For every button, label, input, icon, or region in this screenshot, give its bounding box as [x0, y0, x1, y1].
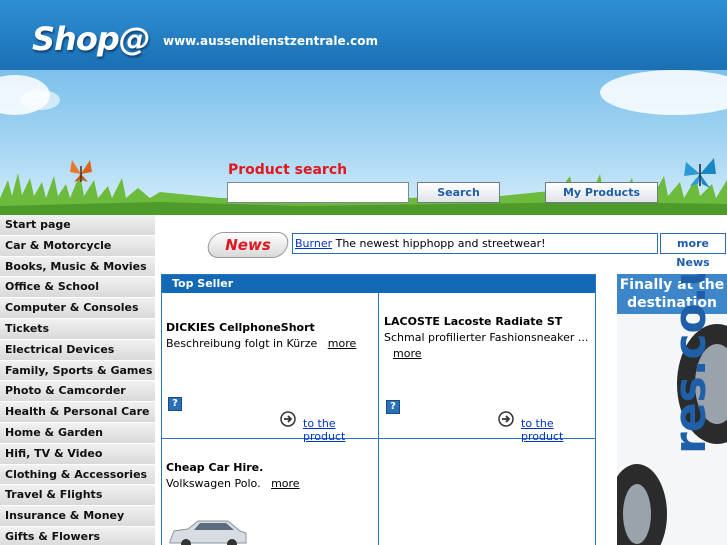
product-card: Cheap Car Hire. Volkswagen Polo. more: [162, 439, 379, 545]
top-seller-panel: Top Seller DICKIES CellphoneShort Beschr…: [161, 274, 596, 545]
sidebar-item[interactable]: Start page: [0, 215, 155, 236]
cloud: [600, 70, 727, 115]
search-button[interactable]: Search: [417, 182, 500, 203]
category-sidebar: Start page Car & Motorcycle Books, Music &…: [0, 215, 155, 545]
sidebar-item[interactable]: Family, Sports & Games: [0, 360, 155, 382]
product-description: Schmal profilierter Fashionsneaker ...: [384, 331, 589, 344]
arrow-right-icon[interactable]: [498, 411, 514, 427]
news-ticker: Burner The newest hipphopp and streetwea…: [292, 233, 658, 254]
sidebar-item[interactable]: Electrical Devices: [0, 339, 155, 361]
sidebar-item[interactable]: Computer & Consoles: [0, 298, 155, 319]
cloud: [20, 90, 60, 110]
sidebar-item[interactable]: Car & Motorcycle: [0, 235, 155, 257]
my-products-button[interactable]: My Products: [545, 182, 658, 203]
shop-logo[interactable]: Shop@: [32, 20, 151, 58]
news-link[interactable]: Burner: [295, 237, 332, 250]
product-card: LACOSTE Lacoste Radiate ST Schmal profil…: [379, 293, 596, 443]
more-link[interactable]: more: [271, 477, 300, 490]
sidebar-item[interactable]: Hifi, TV & Video: [0, 443, 155, 465]
more-link[interactable]: more: [393, 347, 422, 360]
sidebar-item[interactable]: Office & School: [0, 277, 155, 299]
help-icon[interactable]: ?: [386, 400, 400, 414]
butterfly-orange-icon: [70, 160, 92, 182]
product-description: Beschreibung folgt in Kürze more: [166, 337, 357, 350]
product-title[interactable]: Cheap Car Hire.: [166, 461, 263, 474]
news-badge: News: [205, 232, 291, 258]
sidebar-item[interactable]: Clothing & Accessories: [0, 464, 155, 486]
product-title[interactable]: LACOSTE Lacoste Radiate ST: [384, 315, 562, 328]
butterfly-blue-icon: [684, 158, 716, 188]
product-title[interactable]: DICKIES CellphoneShort: [166, 321, 315, 334]
ad-rotated-text: res.co.uk: [665, 274, 716, 454]
sidebar-item[interactable]: Tickets: [0, 318, 155, 340]
sidebar-item[interactable]: Travel & Flights: [0, 485, 155, 507]
product-description: Volkswagen Polo. more: [166, 477, 300, 490]
sidebar-item[interactable]: Insurance & Money: [0, 506, 155, 527]
advertisement-banner[interactable]: Finally at the destination res.co.uk: [617, 274, 727, 545]
more-link[interactable]: more: [328, 337, 357, 350]
search-input[interactable]: [227, 182, 409, 203]
product-search-title: Product search: [228, 162, 348, 178]
top-seller-header: Top Seller: [162, 275, 595, 293]
help-icon[interactable]: ?: [168, 397, 182, 411]
empty-product-card: [379, 439, 596, 545]
product-card: DICKIES CellphoneShort Beschreibung folg…: [162, 293, 379, 443]
sidebar-item[interactable]: Photo & Camcorder: [0, 381, 155, 403]
sidebar-item[interactable]: Books, Music & Movies: [0, 256, 155, 278]
more-news-link[interactable]: more News: [660, 233, 726, 269]
car-image[interactable]: [166, 517, 250, 545]
header-banner: Shop@ www.aussendienstzentrale.com Produ…: [0, 0, 727, 215]
sidebar-item[interactable]: Home & Garden: [0, 422, 155, 444]
arrow-right-icon[interactable]: [280, 411, 296, 427]
news-text: The newest hipphopp and streetwear!: [332, 237, 546, 250]
sidebar-item[interactable]: Gifts & Flowers: [0, 526, 155, 545]
sidebar-item[interactable]: Health & Personal Care: [0, 402, 155, 423]
site-domain: www.aussendienstzentrale.com: [163, 34, 379, 48]
